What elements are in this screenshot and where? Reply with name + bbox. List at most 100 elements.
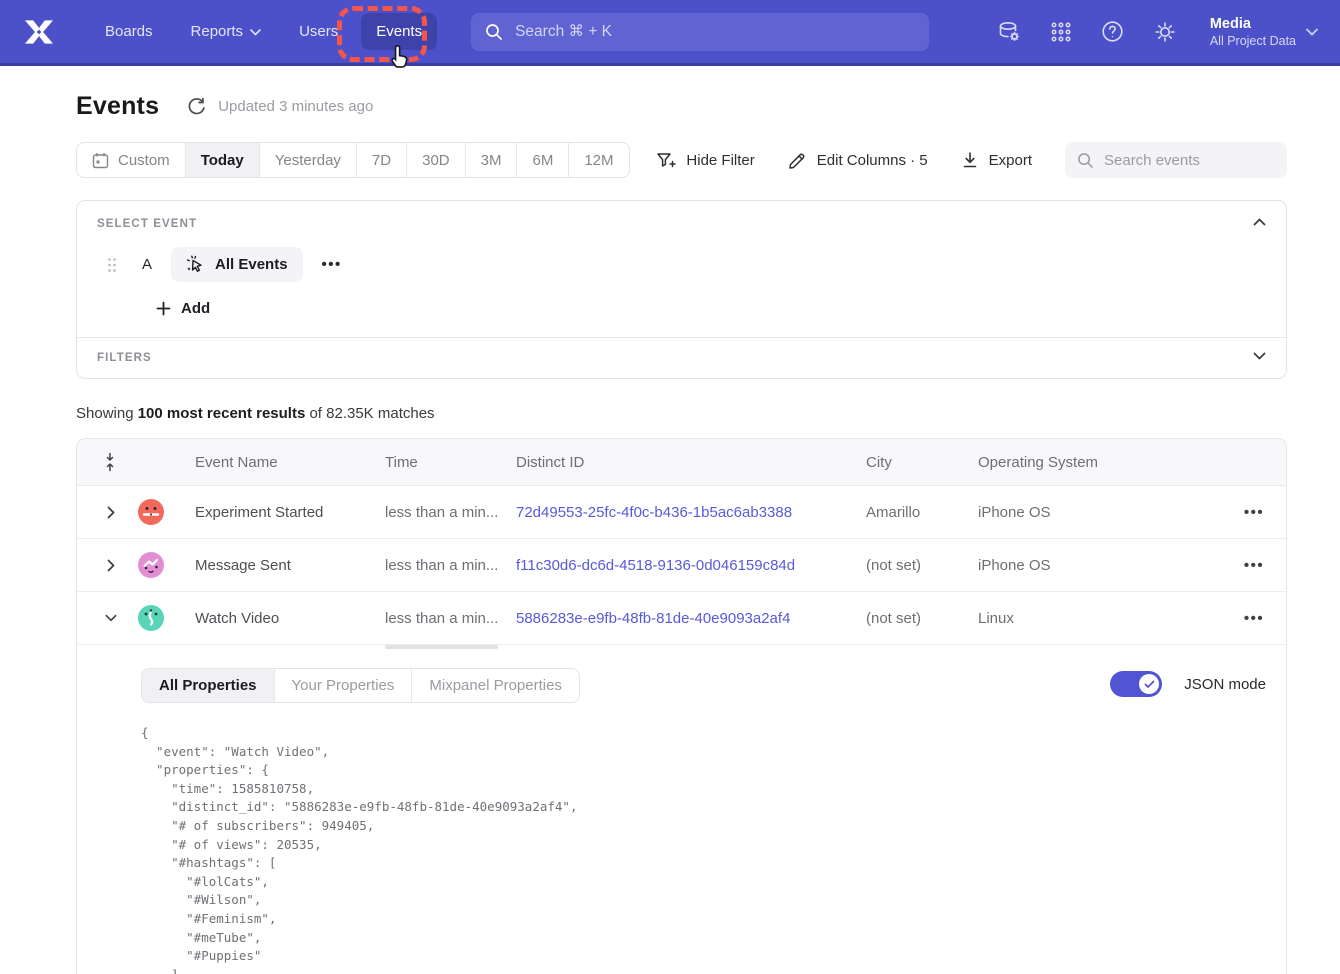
tab-your-properties[interactable]: Your Properties bbox=[275, 669, 413, 702]
tab-mixpanel-properties[interactable]: Mixpanel Properties bbox=[412, 669, 579, 702]
export-label: Export bbox=[989, 152, 1032, 169]
chevron-down-icon bbox=[1306, 28, 1318, 36]
nav-item-events[interactable]: Events bbox=[361, 13, 437, 50]
add-event-button[interactable]: Add bbox=[156, 300, 210, 317]
date-option-label: 12M bbox=[584, 152, 613, 169]
date-option-yesterday[interactable]: Yesterday bbox=[260, 143, 357, 177]
drag-handle-icon[interactable] bbox=[107, 257, 117, 273]
global-search-input[interactable] bbox=[515, 23, 915, 41]
plus-icon bbox=[156, 301, 171, 316]
os-cell: iPhone OS bbox=[978, 504, 1222, 521]
event-more-options-button[interactable]: ••• bbox=[322, 256, 342, 273]
column-header-distinct-id[interactable]: Distinct ID bbox=[516, 454, 866, 471]
date-option-custom[interactable]: Custom bbox=[77, 143, 186, 177]
event-detail-panel: All Properties Your Properties Mixpanel … bbox=[77, 645, 1286, 974]
sort-updown-icon[interactable] bbox=[104, 452, 116, 472]
row-more-options-button[interactable]: ••• bbox=[1244, 557, 1264, 574]
nav-item-users[interactable]: Users bbox=[284, 13, 353, 50]
date-option-6m[interactable]: 6M bbox=[517, 143, 569, 177]
tab-all-properties[interactable]: All Properties bbox=[142, 669, 275, 702]
query-builder-panel: SELECT EVENT A bbox=[76, 200, 1287, 379]
json-mode-toggle[interactable] bbox=[1110, 671, 1162, 697]
date-option-today[interactable]: Today bbox=[186, 143, 260, 177]
edit-columns-label: Edit Columns · 5 bbox=[817, 152, 928, 169]
distinct-id-link[interactable]: 5886283e-e9fb-48fb-81de-40e9093a2af4 bbox=[516, 610, 866, 627]
distinct-id-link[interactable]: f11c30d6-dc6d-4518-9136-0d046159c84d bbox=[516, 557, 866, 574]
distinct-id-link[interactable]: 72d49553-25fc-4f0c-b436-1b5ac6ab3388 bbox=[516, 504, 866, 521]
refresh-button[interactable] bbox=[187, 97, 206, 116]
event-avatar bbox=[138, 605, 164, 631]
table-row[interactable]: Message Sent less than a min... f11c30d6… bbox=[77, 539, 1286, 592]
selected-event-name: All Events bbox=[215, 256, 288, 273]
row-more-options-button[interactable]: ••• bbox=[1244, 504, 1264, 521]
date-option-label: 3M bbox=[481, 152, 502, 169]
collapse-section-button[interactable] bbox=[1249, 214, 1270, 230]
table-row-expanded[interactable]: Watch Video less than a min... 5886283e-… bbox=[77, 592, 1286, 645]
date-option-12m[interactable]: 12M bbox=[569, 143, 628, 177]
tab-label: Your Properties bbox=[292, 677, 395, 694]
add-event-label: Add bbox=[181, 300, 210, 317]
project-name: Media bbox=[1210, 15, 1296, 33]
date-option-label: 6M bbox=[532, 152, 553, 169]
help-icon bbox=[1101, 20, 1124, 43]
column-header-city[interactable]: City bbox=[866, 454, 978, 471]
column-header-os[interactable]: Operating System bbox=[978, 454, 1222, 471]
os-cell: iPhone OS bbox=[978, 557, 1222, 574]
edit-columns-button[interactable]: Edit Columns · 5 bbox=[788, 151, 928, 170]
help-button[interactable] bbox=[1101, 20, 1124, 43]
data-management-button[interactable] bbox=[997, 20, 1021, 44]
table-header-row: Event Name Time Distinct ID City Operati… bbox=[77, 439, 1286, 486]
page-header: Events Updated 3 minutes ago bbox=[76, 92, 1287, 121]
date-range-control: Custom Today Yesterday 7D 30D 3M 6M 12M bbox=[76, 142, 630, 178]
search-events-field[interactable] bbox=[1065, 142, 1287, 178]
filter-icon bbox=[656, 151, 676, 170]
search-icon bbox=[1077, 152, 1094, 169]
chevron-down-icon bbox=[1253, 352, 1266, 360]
expand-row-icon[interactable] bbox=[105, 506, 117, 519]
project-switcher[interactable]: Media All Project Data bbox=[1210, 15, 1318, 49]
date-option-30d[interactable]: 30D bbox=[407, 143, 466, 177]
column-header-time[interactable]: Time bbox=[385, 454, 516, 471]
refresh-icon bbox=[187, 97, 206, 116]
global-search[interactable] bbox=[471, 13, 929, 51]
apps-grid-icon bbox=[1050, 21, 1072, 43]
properties-tabs: All Properties Your Properties Mixpanel … bbox=[141, 668, 580, 703]
mixpanel-logo-icon[interactable] bbox=[22, 18, 56, 46]
nav-label: Events bbox=[376, 23, 422, 40]
main-nav: Boards Reports Users Events bbox=[90, 13, 437, 50]
select-event-label: SELECT EVENT bbox=[97, 218, 1266, 230]
navbar-actions: Media All Project Data bbox=[997, 15, 1318, 49]
collapse-row-icon[interactable] bbox=[105, 614, 117, 622]
event-selector-chip[interactable]: All Events bbox=[171, 247, 303, 282]
event-name-cell: Watch Video bbox=[195, 610, 385, 627]
summary-count: 100 most recent results bbox=[138, 405, 306, 422]
nav-item-boards[interactable]: Boards bbox=[90, 13, 168, 50]
date-option-3m[interactable]: 3M bbox=[466, 143, 518, 177]
hide-filter-button[interactable]: Hide Filter bbox=[656, 151, 754, 170]
table-row[interactable]: Experiment Started less than a min... 72… bbox=[77, 486, 1286, 539]
project-scope: All Project Data bbox=[1210, 33, 1296, 49]
row-more-options-button[interactable]: ••• bbox=[1244, 610, 1264, 627]
summary-suffix: of 82.35K matches bbox=[305, 405, 434, 422]
nav-item-reports[interactable]: Reports bbox=[176, 13, 277, 50]
date-option-label: Today bbox=[201, 152, 244, 169]
event-row: A All Events ••• bbox=[97, 247, 1266, 282]
expand-row-icon[interactable] bbox=[105, 559, 117, 572]
hide-filter-label: Hide Filter bbox=[686, 152, 754, 169]
expand-filters-button[interactable] bbox=[1249, 348, 1270, 364]
event-cursor-icon bbox=[186, 255, 205, 274]
event-name-cell: Message Sent bbox=[195, 557, 385, 574]
filters-label: FILTERS bbox=[97, 352, 1266, 364]
settings-button[interactable] bbox=[1153, 20, 1177, 44]
gear-icon bbox=[1153, 20, 1177, 44]
city-cell: Amarillo bbox=[866, 504, 978, 521]
time-cell: less than a min... bbox=[385, 504, 516, 521]
event-json-view: { "event": "Watch Video", "properties": … bbox=[141, 724, 1266, 974]
date-option-label: 30D bbox=[422, 152, 450, 169]
apps-grid-button[interactable] bbox=[1050, 21, 1072, 43]
city-cell: (not set) bbox=[866, 557, 978, 574]
export-button[interactable]: Export bbox=[961, 151, 1032, 170]
column-header-event-name[interactable]: Event Name bbox=[195, 454, 385, 471]
date-option-7d[interactable]: 7D bbox=[357, 143, 407, 177]
search-events-input[interactable] bbox=[1104, 152, 1275, 169]
